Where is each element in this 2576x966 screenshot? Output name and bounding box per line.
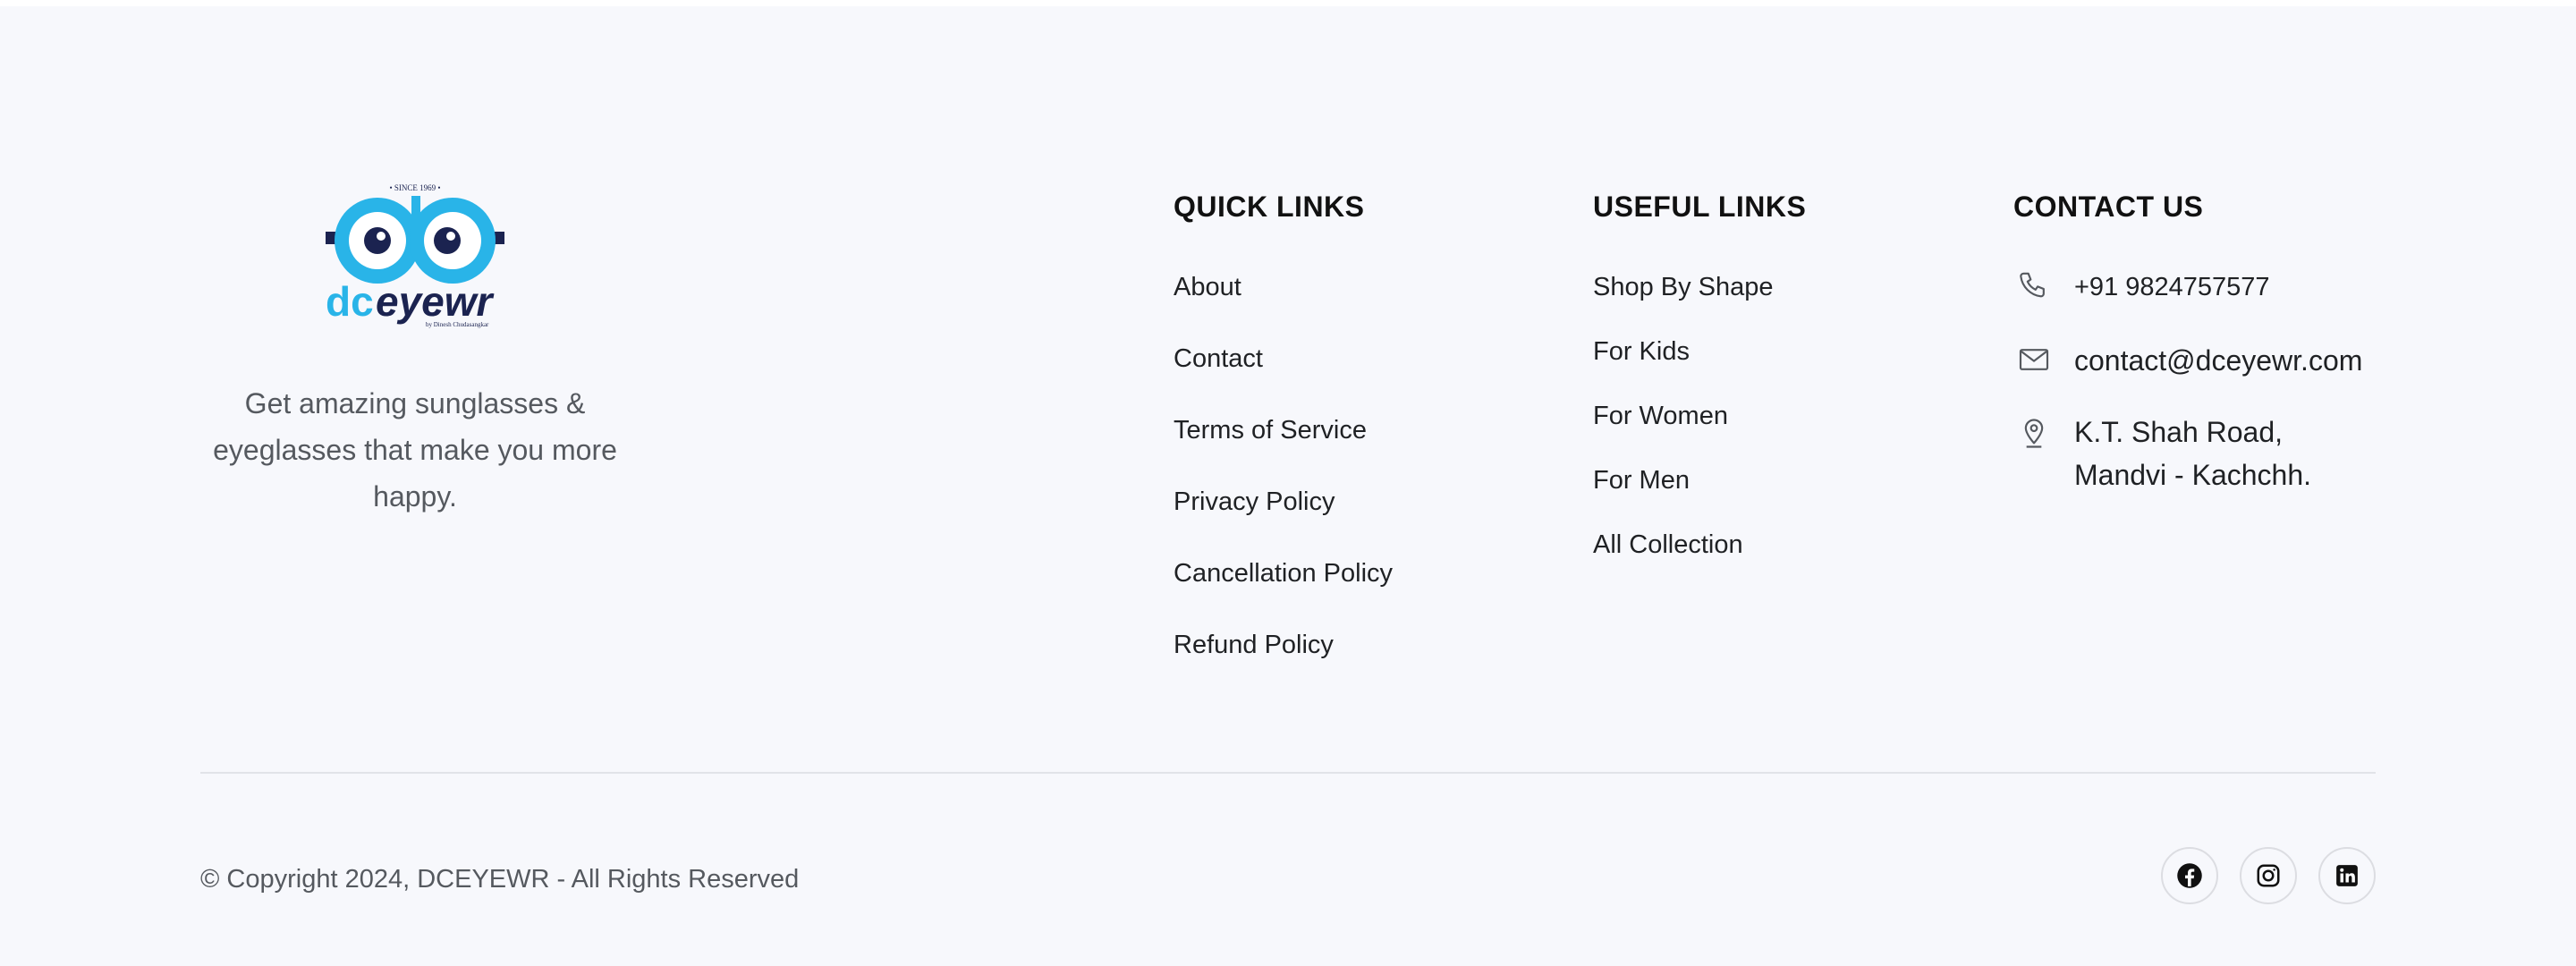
link-for-women[interactable]: For Women [1593, 398, 1728, 434]
brand-tagline: Get amazing sunglasses & eyeglasses that… [213, 387, 617, 513]
quick-links-column: QUICK LINKS About Contact Terms of Servi… [1174, 185, 1393, 659]
link-cancellation-policy[interactable]: Cancellation Policy [1174, 555, 1393, 591]
svg-text:by Dinesh Chudasangkar: by Dinesh Chudasangkar [426, 321, 489, 328]
footer-divider [200, 772, 2376, 774]
contact-email-row[interactable]: contact@dceyewr.com [2013, 339, 2362, 382]
link-contact[interactable]: Contact [1174, 341, 1263, 377]
svg-text:eyewr: eyewr [376, 278, 495, 325]
contact-phone[interactable]: +91 9824757577 [2074, 266, 2270, 309]
useful-links-title: USEFUL LINKS [1593, 191, 1807, 223]
contact-column: CONTACT US +91 9824757577 contact@dceyew… [2013, 185, 2362, 491]
linkedin-icon [2336, 865, 2358, 886]
link-refund-policy[interactable]: Refund Policy [1174, 627, 1334, 663]
svg-text:dc: dc [326, 278, 374, 325]
link-all-collection[interactable]: All Collection [1593, 527, 1743, 563]
facebook-button[interactable] [2161, 847, 2218, 904]
svg-text:• SINCE 1969 •: • SINCE 1969 • [389, 183, 440, 192]
contact-title: CONTACT US [2013, 191, 2204, 223]
instagram-icon [2257, 864, 2280, 887]
linkedin-button[interactable] [2318, 847, 2376, 904]
link-privacy-policy[interactable]: Privacy Policy [1174, 484, 1335, 520]
copyright-text: © Copyright 2024, DCEYEWR - All Rights R… [200, 865, 800, 894]
quick-links-title: QUICK LINKS [1174, 191, 1365, 223]
site-footer: • SINCE 1969 • dc eyewr by Dinesh Chudas… [0, 6, 2576, 966]
link-about[interactable]: About [1174, 269, 1241, 305]
mail-icon [2013, 339, 2055, 380]
contact-email[interactable]: contact@dceyewr.com [2074, 339, 2362, 382]
facebook-icon [2177, 863, 2202, 888]
instagram-button[interactable] [2240, 847, 2297, 904]
dceyewr-logo[interactable]: • SINCE 1969 • dc eyewr by Dinesh Chudas… [326, 182, 504, 330]
contact-address: K.T. Shah Road, Mandvi - Kachchh. [2074, 411, 2311, 496]
location-pin-icon [2013, 411, 2055, 452]
phone-icon [2013, 266, 2055, 307]
link-shop-by-shape[interactable]: Shop By Shape [1593, 269, 1774, 305]
link-for-kids[interactable]: For Kids [1593, 334, 1690, 369]
useful-links-column: USEFUL LINKS Shop By Shape For Kids For … [1593, 185, 1807, 559]
contact-phone-row[interactable]: +91 9824757577 [2013, 266, 2270, 309]
contact-address-row: K.T. Shah Road, Mandvi - Kachchh. [2013, 411, 2311, 496]
link-terms-of-service[interactable]: Terms of Service [1174, 412, 1367, 448]
address-line-2: Mandvi - Kachchh. [2074, 459, 2312, 491]
link-for-men[interactable]: For Men [1593, 462, 1690, 498]
address-line-1: K.T. Shah Road, [2074, 416, 2284, 448]
social-links [2161, 847, 2376, 904]
